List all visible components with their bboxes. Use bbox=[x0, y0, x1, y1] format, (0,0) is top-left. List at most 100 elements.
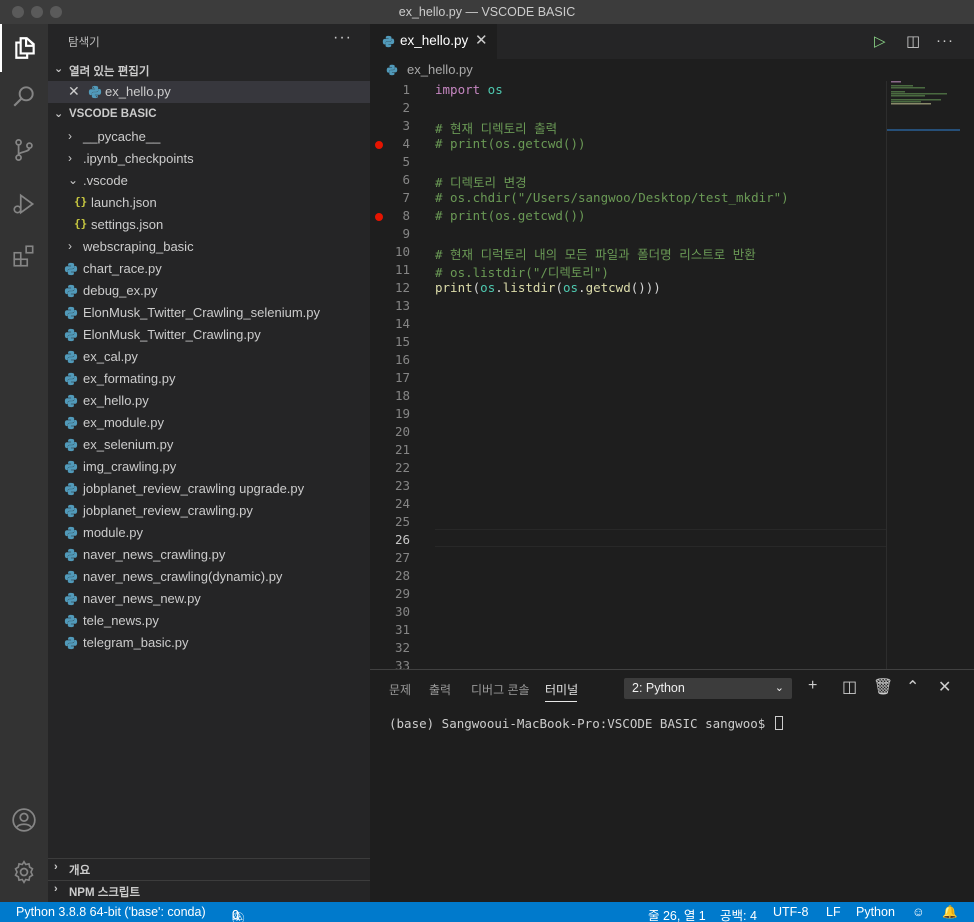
explorer-button[interactable] bbox=[0, 24, 48, 72]
file-tree-item[interactable]: ElonMusk_Twitter_Crawling.py bbox=[48, 324, 370, 346]
search-button[interactable] bbox=[0, 72, 48, 120]
file-tree-item[interactable]: jobplanet_review_crawling.py bbox=[48, 500, 370, 522]
open-editor-item[interactable]: ✕ ex_hello.py bbox=[48, 81, 370, 103]
breakpoint-icon[interactable] bbox=[375, 141, 383, 149]
file-tree-item[interactable]: ElonMusk_Twitter_Crawling_selenium.py bbox=[48, 302, 370, 324]
trash-icon[interactable]: 🗑 bbox=[873, 677, 893, 697]
line-number: 23 bbox=[394, 478, 410, 493]
python-interpreter[interactable]: Python 3.8.8 64-bit ('base': conda) bbox=[16, 905, 206, 919]
more-actions-icon[interactable]: ··· bbox=[936, 32, 954, 49]
current-line-highlight bbox=[435, 529, 886, 547]
line-number: 32 bbox=[394, 640, 410, 655]
source-control-button[interactable] bbox=[0, 126, 48, 174]
split-editor-icon[interactable]: ◫ bbox=[906, 32, 920, 50]
line-number: 9 bbox=[402, 226, 410, 241]
line-number: 33 bbox=[394, 658, 410, 669]
chevron-right-icon: › bbox=[68, 129, 72, 143]
editor-scrollbar[interactable] bbox=[960, 81, 974, 669]
file-tree-label: webscraping_basic bbox=[83, 239, 194, 254]
file-tree-item[interactable]: › __pycache__ bbox=[48, 126, 370, 148]
warning-count: 0 bbox=[232, 908, 239, 922]
terminal-output[interactable]: (base) Sangwooui-MacBook-Pro:VSCODE BASI… bbox=[389, 716, 783, 731]
tab-problems[interactable]: 문제 bbox=[389, 681, 411, 698]
file-tree-item[interactable]: › webscraping_basic bbox=[48, 236, 370, 258]
file-tree-item[interactable]: {} settings.json bbox=[48, 214, 370, 236]
extensions-button[interactable] bbox=[0, 232, 48, 280]
workspace-section[interactable]: ⌄ VSCODE BASIC bbox=[48, 104, 370, 126]
file-tree-label: .ipynb_checkpoints bbox=[83, 151, 194, 166]
tab-label: ex_hello.py bbox=[400, 33, 469, 48]
file-tree-item[interactable]: chart_race.py bbox=[48, 258, 370, 280]
file-tree-item[interactable]: ex_cal.py bbox=[48, 346, 370, 368]
accounts-button[interactable] bbox=[0, 796, 48, 844]
more-actions-button[interactable]: ··· bbox=[333, 29, 352, 47]
minimap[interactable] bbox=[886, 81, 961, 669]
cursor-position[interactable]: 줄 26, 열 1 bbox=[648, 905, 706, 922]
terminal-selector-value: 2: Python bbox=[632, 681, 685, 695]
file-tree-label: naver_news_new.py bbox=[83, 591, 201, 606]
file-tree-item[interactable]: img_crawling.py bbox=[48, 456, 370, 478]
line-number: 26 bbox=[394, 532, 410, 547]
file-tree-item[interactable]: ex_hello.py bbox=[48, 390, 370, 412]
line-number: 29 bbox=[394, 586, 410, 601]
file-tree-label: chart_race.py bbox=[83, 261, 162, 276]
file-tree-label: module.py bbox=[83, 525, 143, 540]
file-tree-item[interactable]: module.py bbox=[48, 522, 370, 544]
file-tree-item[interactable]: telegram_basic.py bbox=[48, 632, 370, 654]
line-number: 16 bbox=[394, 352, 410, 367]
breadcrumb[interactable]: ex_hello.py bbox=[370, 59, 974, 81]
tab-output[interactable]: 출력 bbox=[429, 681, 451, 698]
python-file-icon bbox=[386, 64, 398, 76]
run-debug-button[interactable] bbox=[0, 180, 48, 228]
file-tree-item[interactable]: naver_news_crawling.py bbox=[48, 544, 370, 566]
language-mode[interactable]: Python bbox=[856, 905, 895, 919]
chevron-right-icon: › bbox=[68, 239, 72, 253]
feedback-icon[interactable]: ☺ bbox=[912, 905, 925, 919]
file-tree-label: .vscode bbox=[83, 173, 128, 188]
open-editors-section[interactable]: ⌄ 열려 있는 편집기 bbox=[48, 59, 370, 81]
code-editor[interactable]: 1 2 3 4 5 6 7 8 9 10 11 12 13 14 15 16 17 18 19 20 21 22 23 24 2… bbox=[370, 81, 886, 669]
new-terminal-icon[interactable]: + bbox=[808, 677, 817, 695]
file-tree-label: debug_ex.py bbox=[83, 283, 158, 298]
open-editor-label: ex_hello.py bbox=[105, 84, 171, 99]
line-number: 6 bbox=[402, 172, 410, 187]
line-number: 17 bbox=[394, 370, 410, 385]
tab-debug-console[interactable]: 디버그 콘솔 bbox=[471, 681, 530, 698]
npm-scripts-section[interactable]: › NPM 스크립트 bbox=[48, 880, 370, 902]
file-tree-item[interactable]: debug_ex.py bbox=[48, 280, 370, 302]
split-terminal-icon[interactable]: ◫ bbox=[842, 677, 857, 697]
run-file-icon[interactable]: ▷ bbox=[874, 32, 886, 50]
manage-button[interactable] bbox=[0, 848, 48, 896]
file-tree-item[interactable]: ⌄ .vscode bbox=[48, 170, 370, 192]
line-number: 22 bbox=[394, 460, 410, 475]
json-file-icon: {} bbox=[74, 217, 88, 230]
file-tree-item[interactable]: naver_news_crawling(dynamic).py bbox=[48, 566, 370, 588]
file-tree-item[interactable]: ex_formating.py bbox=[48, 368, 370, 390]
tab-ex-hello[interactable]: ex_hello.py ✕ bbox=[370, 24, 497, 59]
file-tree-item[interactable]: jobplanet_review_crawling upgrade.py bbox=[48, 478, 370, 500]
close-tab-icon[interactable]: ✕ bbox=[475, 31, 488, 49]
code-line-6: # 디렉토리 변경 bbox=[435, 175, 527, 190]
notifications-icon[interactable]: 🔔 bbox=[942, 905, 958, 920]
terminal-selector[interactable]: 2: Python ⌄ bbox=[624, 678, 792, 699]
python-file-icon bbox=[64, 504, 78, 518]
close-icon[interactable]: ✕ bbox=[68, 83, 80, 100]
maximize-panel-icon[interactable]: ⌃ bbox=[906, 677, 919, 697]
encoding[interactable]: UTF-8 bbox=[773, 905, 808, 919]
file-tree-item[interactable]: tele_news.py bbox=[48, 610, 370, 632]
indentation[interactable]: 공백: 4 bbox=[720, 905, 757, 922]
outline-section[interactable]: › 개요 bbox=[48, 858, 370, 880]
breakpoint-icon[interactable] bbox=[375, 213, 383, 221]
close-panel-icon[interactable]: ✕ bbox=[938, 677, 951, 697]
file-tree-item[interactable]: › .ipynb_checkpoints bbox=[48, 148, 370, 170]
npm-scripts-header: NPM 스크립트 bbox=[69, 887, 141, 899]
line-number: 13 bbox=[394, 298, 410, 313]
terminal-cursor bbox=[774, 716, 783, 730]
file-tree-item[interactable]: {} launch.json bbox=[48, 192, 370, 214]
file-tree-item[interactable]: naver_news_new.py bbox=[48, 588, 370, 610]
file-tree-item[interactable]: ex_selenium.py bbox=[48, 434, 370, 456]
end-of-line[interactable]: LF bbox=[826, 905, 841, 919]
file-tree-item[interactable]: ex_module.py bbox=[48, 412, 370, 434]
tab-terminal[interactable]: 터미널 bbox=[545, 681, 578, 698]
file-tree-label: launch.json bbox=[91, 195, 157, 210]
